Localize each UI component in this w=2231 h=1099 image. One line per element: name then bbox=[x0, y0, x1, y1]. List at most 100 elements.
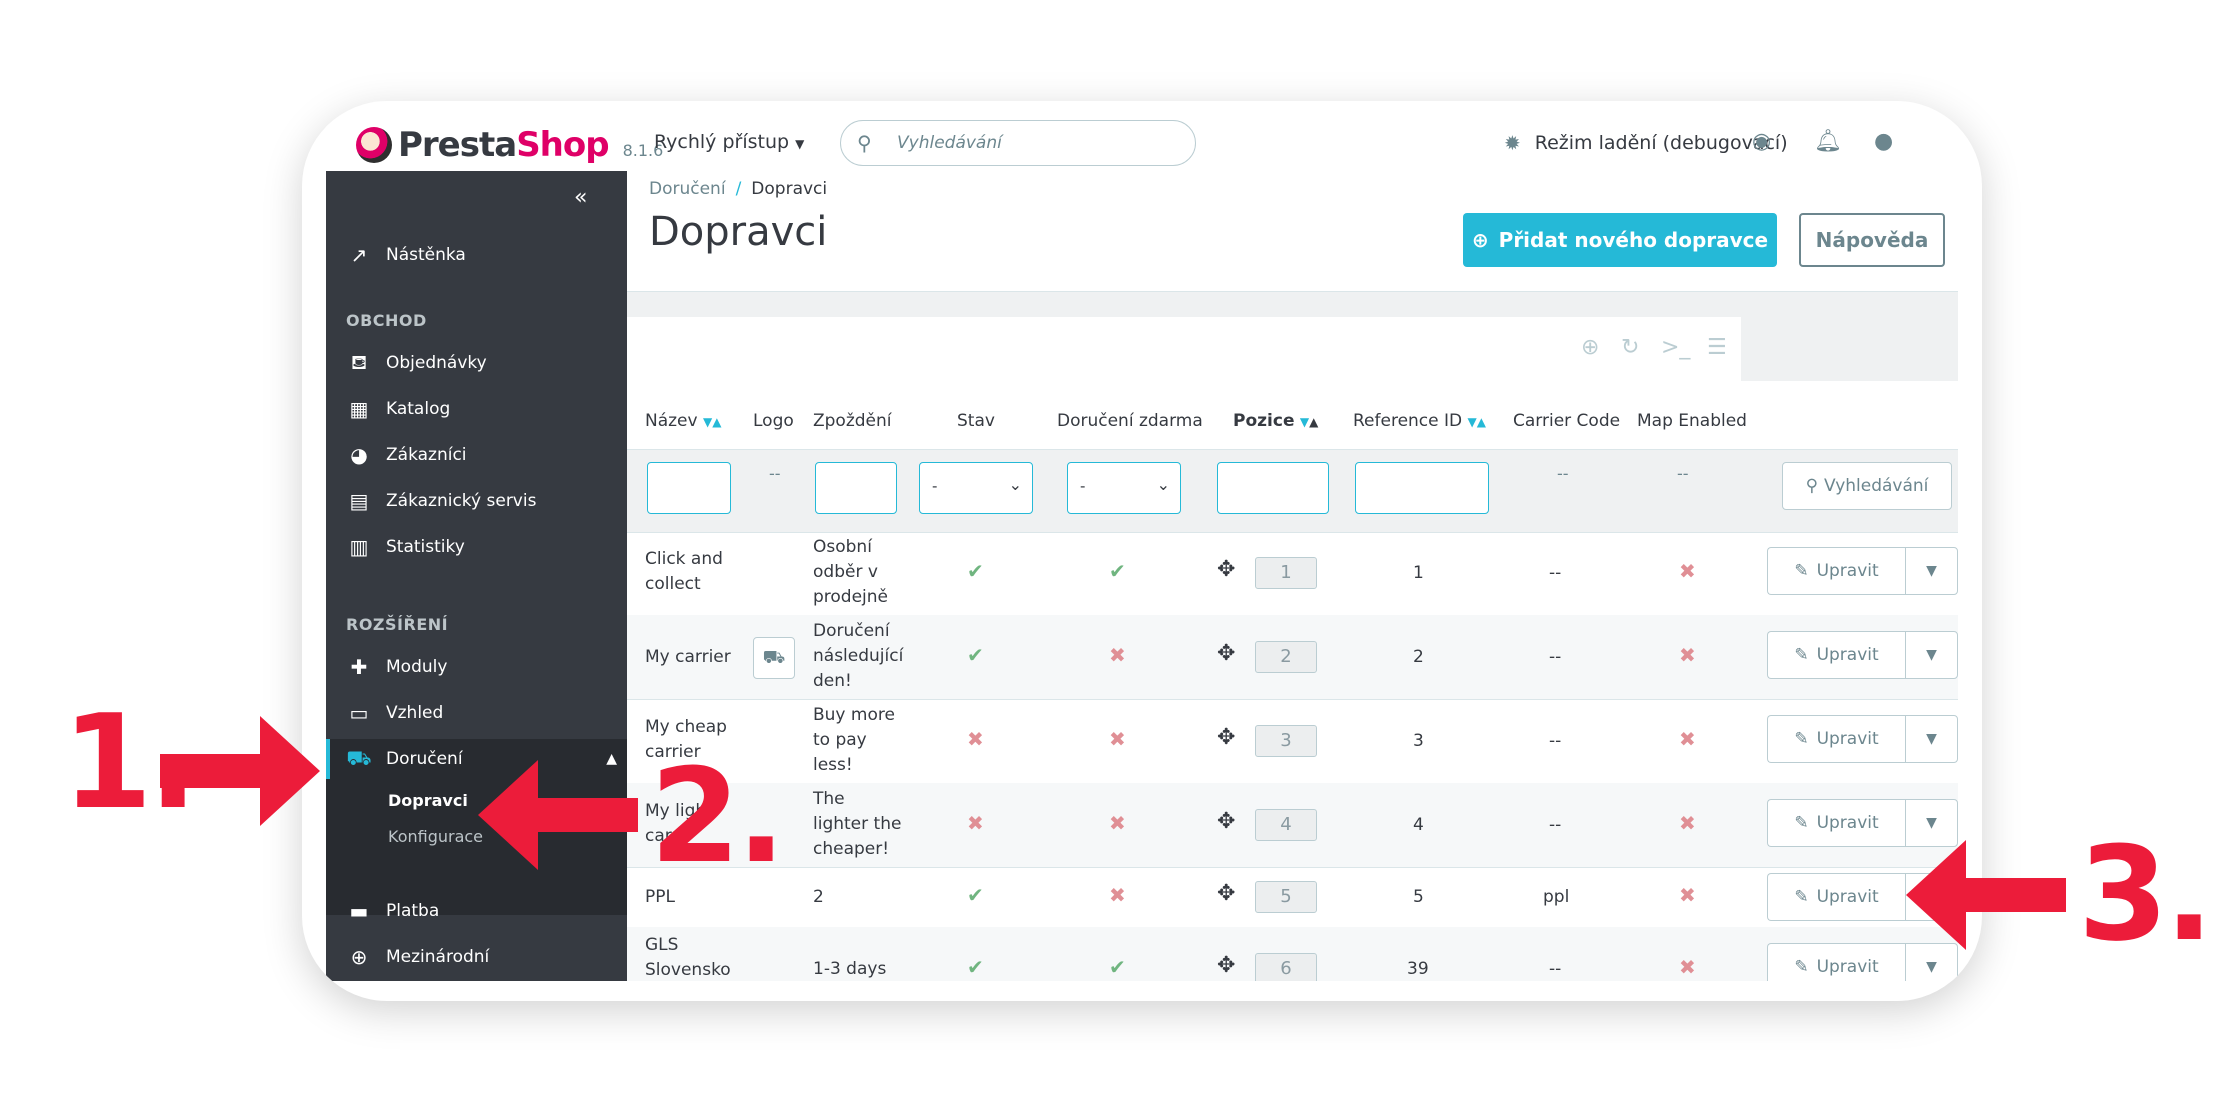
filter-map-dash: -- bbox=[1677, 464, 1689, 483]
free-disabled-icon[interactable]: ✖ bbox=[1109, 883, 1126, 908]
pencil-icon: ✎ bbox=[1794, 887, 1809, 907]
sidebar-item-international[interactable]: ⊕ Mezinárodní bbox=[326, 937, 627, 977]
pencil-icon: ✎ bbox=[1794, 957, 1809, 977]
pencil-icon: ✎ bbox=[1794, 561, 1809, 581]
table-row[interactable]: My carrier ⛟ Doručení následující den! ✔ ✖… bbox=[627, 615, 1958, 700]
user-icon[interactable]: ● bbox=[1874, 129, 1893, 154]
eye-icon[interactable]: ◉ bbox=[1752, 129, 1771, 154]
annotation-arrow-3 bbox=[1906, 840, 2066, 950]
breadcrumb-current: Dopravci bbox=[751, 179, 828, 199]
carrier-name: Click and collect bbox=[645, 549, 723, 594]
filter-ref-input[interactable] bbox=[1355, 462, 1489, 514]
reference-id: 39 bbox=[1407, 959, 1429, 979]
status-enabled-icon[interactable]: ✔ bbox=[967, 643, 984, 668]
refresh-icon[interactable]: ↻ bbox=[1621, 335, 1639, 360]
caret-down-icon: ▼ bbox=[1926, 563, 1937, 579]
status-disabled-icon[interactable]: ✖ bbox=[967, 727, 984, 752]
sidebar-item-dashboard[interactable]: ↗ Nástěnka bbox=[326, 235, 627, 275]
add-icon[interactable]: ⊕ bbox=[1581, 335, 1599, 360]
edit-button[interactable]: ✎ Upravit bbox=[1767, 943, 1905, 981]
drag-handle-icon[interactable]: ✥ bbox=[1217, 557, 1235, 582]
position-box: 5 bbox=[1255, 881, 1317, 913]
globe-icon: ⊕ bbox=[350, 945, 368, 969]
col-header-ref[interactable]: Reference ID ▼▲ bbox=[1353, 411, 1486, 431]
status-enabled-icon[interactable]: ✔ bbox=[967, 883, 984, 908]
filter-name-input[interactable] bbox=[647, 462, 731, 514]
drag-handle-icon[interactable]: ✥ bbox=[1217, 641, 1235, 666]
sidebar-item-modules[interactable]: ✚ Moduly bbox=[326, 647, 627, 687]
free-enabled-icon[interactable]: ✔ bbox=[1109, 955, 1126, 980]
table-row[interactable]: Click and collect Osobní odběr v prodejně ✔… bbox=[627, 531, 1958, 616]
free-disabled-icon[interactable]: ✖ bbox=[1109, 643, 1126, 668]
row-actions-dropdown[interactable]: ▼ bbox=[1905, 715, 1958, 763]
free-disabled-icon[interactable]: ✖ bbox=[1109, 811, 1126, 836]
breadcrumb-parent[interactable]: Doručení bbox=[649, 179, 726, 199]
trending-up-icon: ↗ bbox=[350, 243, 368, 267]
carrier-delay: Buy more to pay less! bbox=[813, 705, 895, 775]
drag-handle-icon[interactable]: ✥ bbox=[1217, 809, 1235, 834]
carrier-code: -- bbox=[1549, 731, 1562, 751]
sidebar-item-catalog[interactable]: ▦ Katalog bbox=[326, 389, 627, 429]
edit-button[interactable]: ✎ Upravit bbox=[1767, 631, 1905, 679]
col-header-name[interactable]: Název ▼▲ bbox=[645, 411, 721, 431]
filter-free-select[interactable]: - ⌄ bbox=[1067, 462, 1181, 514]
table-row[interactable]: GLS Slovensko 1-3 days ✔ ✔ ✥ 6 39 -- ✖ ✎ U… bbox=[627, 927, 1958, 981]
top-header: PrestaShop 8.1.6 Rychlý přístup ▼ ⚲ Vyhl… bbox=[326, 117, 1958, 171]
row-actions-dropdown[interactable]: ▼ bbox=[1905, 631, 1958, 679]
sidebar-item-customers[interactable]: ◕ Zákazníci bbox=[326, 435, 627, 475]
status-enabled-icon[interactable]: ✔ bbox=[967, 559, 984, 584]
collapse-sidebar-icon[interactable]: « bbox=[574, 185, 587, 210]
caret-down-icon: ▼ bbox=[1926, 731, 1937, 747]
reference-id: 3 bbox=[1413, 731, 1424, 751]
quick-access-dropdown[interactable]: Rychlý přístup ▼ bbox=[654, 131, 804, 153]
carrier-code: ppl bbox=[1543, 887, 1570, 907]
debug-mode-indicator[interactable]: ✹ Režim ladění (debugovací) bbox=[1504, 131, 1788, 155]
sidebar-item-customer-service[interactable]: ▤ Zákaznický servis bbox=[326, 481, 627, 521]
sidebar-item-design[interactable]: ▭ Vzhled bbox=[326, 693, 627, 733]
col-header-position[interactable]: Pozice ▼▲ bbox=[1233, 411, 1318, 431]
search-input[interactable]: ⚲ Vyhledávání bbox=[840, 120, 1196, 166]
edit-button[interactable]: ✎ Upravit bbox=[1767, 715, 1905, 763]
desktop-icon: ▭ bbox=[349, 701, 369, 725]
table-row[interactable]: My ligh carr The lighter the cheaper! ✖ ✖ ✥… bbox=[627, 783, 1958, 868]
status-disabled-icon[interactable]: ✖ bbox=[967, 811, 984, 836]
status-enabled-icon[interactable]: ✔ bbox=[967, 955, 984, 980]
basket-icon: ⛾ bbox=[350, 349, 368, 374]
free-enabled-icon[interactable]: ✔ bbox=[1109, 559, 1126, 584]
database-icon[interactable]: ☰ bbox=[1707, 335, 1727, 360]
add-carrier-button[interactable]: ⊕ Přidat nového dopravce bbox=[1463, 213, 1777, 267]
submenu-item-carriers[interactable]: Dopravci bbox=[388, 791, 468, 810]
drag-handle-icon[interactable]: ✥ bbox=[1217, 953, 1235, 978]
filter-position-input[interactable] bbox=[1217, 462, 1329, 514]
filter-status-select[interactable]: - ⌄ bbox=[919, 462, 1033, 514]
help-button[interactable]: Nápověda bbox=[1799, 213, 1945, 267]
reference-id: 5 bbox=[1413, 887, 1424, 907]
bell-icon[interactable]: 🔔︎ bbox=[1814, 129, 1842, 154]
page-title: Dopravci bbox=[649, 209, 828, 255]
edit-button[interactable]: ✎ Upravit bbox=[1767, 547, 1905, 595]
carrier-name: GLS Slovensko bbox=[645, 935, 731, 980]
sort-icon: ▼ bbox=[1299, 415, 1310, 429]
caret-down-icon: ▼ bbox=[1926, 815, 1937, 831]
table-row[interactable]: PPL 2 ✔ ✖ ✥ 5 5 ppl ✖ ✎Upravit ▼ bbox=[627, 867, 1958, 928]
edit-button[interactable]: ✎ Upravit bbox=[1767, 873, 1905, 921]
free-disabled-icon[interactable]: ✖ bbox=[1109, 727, 1126, 752]
sidebar-item-orders[interactable]: ⛾ Objednávky bbox=[326, 343, 627, 383]
drag-handle-icon[interactable]: ✥ bbox=[1217, 725, 1235, 750]
edit-button[interactable]: ✎ Upravit bbox=[1767, 799, 1905, 847]
row-actions-dropdown[interactable]: ▼ bbox=[1905, 547, 1958, 595]
carrier-code: -- bbox=[1549, 647, 1562, 667]
pencil-icon: ✎ bbox=[1794, 645, 1809, 665]
chat-icon: ▤ bbox=[349, 489, 369, 513]
filter-search-button[interactable]: ⚲ Vyhledávání bbox=[1782, 462, 1952, 510]
prestashop-logo[interactable]: PrestaShop 8.1.6 bbox=[356, 125, 663, 165]
list-toolbar: ⊕ ↻ >_ ☰ bbox=[627, 317, 1741, 382]
sql-query-icon[interactable]: >_ bbox=[1661, 335, 1690, 360]
sidebar-item-stats[interactable]: ▥ Statistiky bbox=[326, 527, 627, 567]
filter-delay-input[interactable] bbox=[815, 462, 897, 514]
drag-handle-icon[interactable]: ✥ bbox=[1217, 881, 1235, 906]
sidebar-item-payment[interactable]: ▬ Platba bbox=[326, 891, 627, 931]
table-row[interactable]: My cheap carrier Buy more to pay less! ✖ ✖ … bbox=[627, 699, 1958, 784]
col-header-free: Doručení zdarma bbox=[1057, 411, 1203, 431]
submenu-item-config[interactable]: Konfigurace bbox=[388, 827, 483, 846]
